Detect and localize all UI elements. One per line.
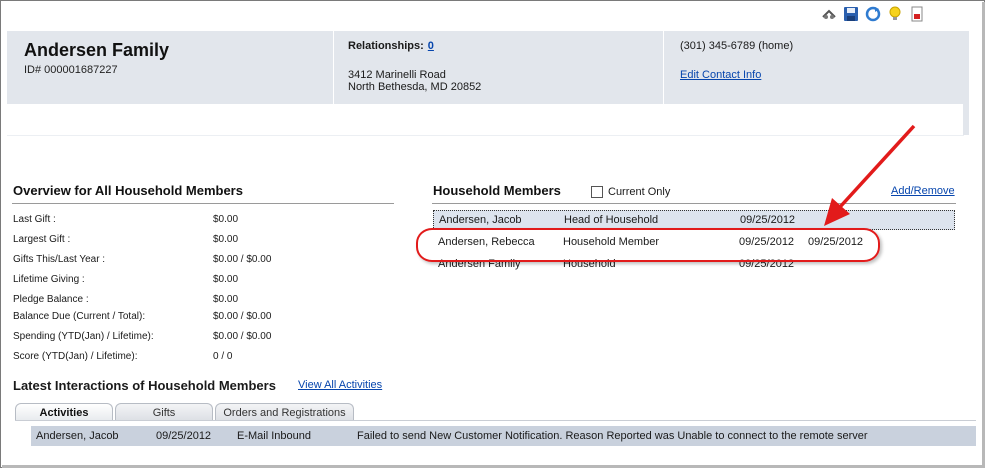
overview-label: Score (YTD(Jan) / Lifetime): [13,351,138,362]
add-remove-link[interactable]: Add/Remove [891,185,955,197]
family-name: Andersen Family [24,40,170,60]
overview-label: Gifts This/Last Year : [13,254,106,265]
interactions-title: Latest Interactions of Household Members [13,378,276,393]
overview-row: Last Gift : $0.00 [13,214,393,228]
address-line-1: 3412 Marinelli Road [348,69,446,81]
overview-label: Lifetime Giving : [13,274,85,285]
view-all-activities-link[interactable]: View All Activities [298,379,382,391]
save-icon[interactable] [843,6,859,22]
overview-row: Lifetime Giving : $0.00 [13,274,393,288]
overview-value: $0.00 / $0.00 [213,311,272,322]
overview-value: $0.00 / $0.00 [213,331,272,342]
address-line-2: North Bethesda, MD 20852 [348,81,482,93]
member-name: Andersen, Jacob [439,214,522,226]
household-member-row[interactable]: Andersen, Jacob Head of Household 09/25/… [433,210,955,230]
overview-label: Spending (YTD(Jan) / Lifetime): [13,331,154,342]
overview-label: Last Gift : [13,214,56,225]
phone-number: (301) 345-6789 (home) [680,40,794,52]
relationships-count-link[interactable]: 0 [428,40,434,52]
lightbulb-icon[interactable] [887,6,903,22]
household-divider [432,203,956,204]
overview-label: Pledge Balance : [13,294,89,305]
overview-row: Spending (YTD(Jan) / Lifetime): $0.00 / $… [13,331,393,345]
overview-divider [12,203,394,204]
activity-type: E-Mail Inbound [237,430,311,442]
relationships-label: Relationships: [348,40,424,52]
overview-value: $0.00 [213,274,239,285]
activity-name: Andersen, Jacob [36,430,119,442]
activity-row[interactable]: Andersen, Jacob 09/25/2012 E-Mail Inboun… [31,426,976,446]
current-only-toggle[interactable]: Current Only [591,186,670,198]
activity-date: 09/25/2012 [156,430,212,442]
tab-activities[interactable]: Activities [15,403,113,421]
report-icon[interactable] [909,6,925,22]
toolbar [821,6,925,22]
overview-row: Pledge Balance : $0.00 [13,294,393,308]
header-edge [963,31,969,135]
divider [7,135,964,136]
interaction-tabs: Activities Gifts Orders and Registration… [15,403,354,421]
edit-contact-link[interactable]: Edit Contact Info [680,69,761,81]
activity-description: Failed to send New Customer Notification… [357,430,868,442]
overview-value: $0.00 [213,214,239,225]
tab-orders-registrations[interactable]: Orders and Registrations [215,403,354,421]
family-id: ID# 000001687227 [24,64,118,76]
header-divider [663,31,664,104]
current-only-checkbox[interactable] [591,186,603,198]
header-divider [333,31,334,104]
tab-gifts[interactable]: Gifts [115,403,213,421]
overview-label: Balance Due (Current / Total): [13,311,146,322]
view-icon[interactable] [821,6,837,22]
member-role: Head of Household [564,214,659,226]
overview-title: Overview for All Household Members [13,183,243,198]
overview-row: Score (YTD(Jan) / Lifetime): 0 / 0 [13,351,393,365]
overview-row: Balance Due (Current / Total): $0.00 / $0… [13,311,393,325]
callout-ellipse [416,228,880,262]
overview-value: $0.00 / $0.00 [213,254,272,265]
overview-value: $0.00 [213,294,239,305]
relationships: Relationships: 0 [348,40,434,52]
overview-value: $0.00 [213,234,239,245]
member-start-date: 09/25/2012 [740,214,796,226]
overview-row: Largest Gift : $0.00 [13,234,393,248]
overview-row: Gifts This/Last Year : $0.00 / $0.00 [13,254,393,268]
current-only-label: Current Only [608,186,671,198]
refresh-icon[interactable] [865,6,881,22]
overview-value: 0 / 0 [213,351,233,362]
household-title: Household Members [433,183,561,198]
overview-label: Largest Gift : [13,234,71,245]
